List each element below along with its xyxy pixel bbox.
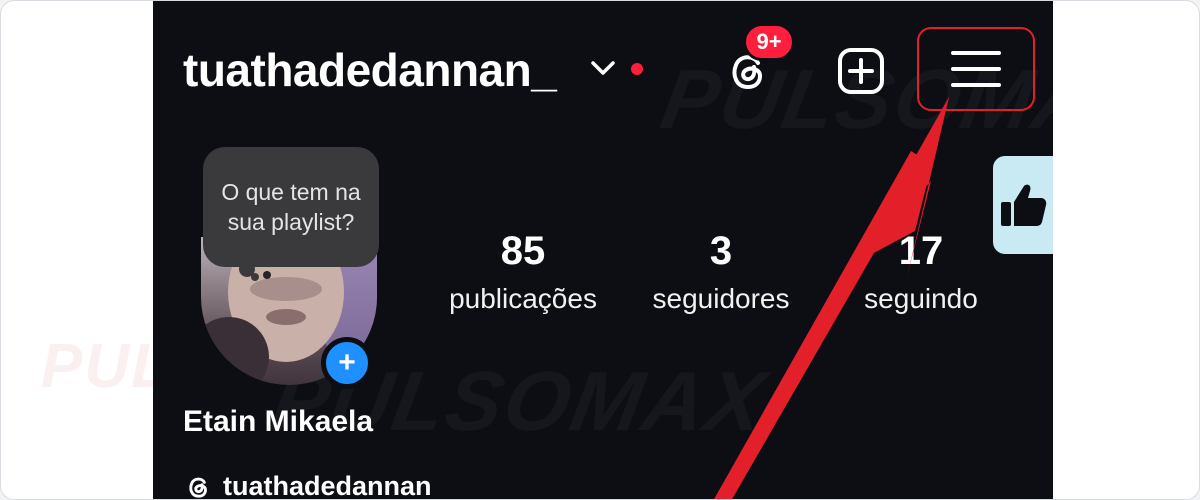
- like-tile: [993, 156, 1053, 254]
- unread-indicator-dot: [631, 63, 643, 75]
- threads-handle: tuathadedannan: [223, 471, 432, 500]
- stat-following-label: seguindo: [864, 283, 978, 314]
- notification-badge: 9+: [743, 23, 795, 61]
- plus-square-icon: [838, 48, 884, 94]
- stat-following-value: 17: [898, 229, 944, 273]
- stat-posts-value: 85: [500, 229, 546, 273]
- hamburger-menu-icon: [951, 51, 1001, 87]
- stat-posts[interactable]: 85 publicações: [419, 227, 627, 319]
- add-story-button[interactable]: +: [321, 337, 373, 389]
- thumbs-up-icon: [1001, 184, 1047, 226]
- stat-followers[interactable]: 3 seguidores: [631, 227, 811, 319]
- menu-button[interactable]: [917, 27, 1035, 111]
- screenshot-frame: PULSOMAX PULSOMAX PULSOMAX tuathadedanna…: [0, 0, 1200, 500]
- note-tail-dot-small: [251, 273, 259, 281]
- note-text: O que tem na sua playlist?: [221, 179, 361, 235]
- stat-followers-value: 3: [709, 229, 733, 273]
- new-post-button[interactable]: [835, 45, 887, 97]
- stat-posts-label: publicações: [449, 283, 597, 314]
- note-bubble[interactable]: O que tem na sua playlist?: [203, 147, 379, 267]
- threads-profile-link[interactable]: tuathadedannan: [183, 471, 432, 500]
- profile-full-name: Etain Mikaela: [183, 405, 374, 438]
- stat-following[interactable]: 17 seguindo: [833, 227, 1009, 319]
- chevron-down-icon[interactable]: [589, 59, 617, 79]
- profile-username[interactable]: tuathadedannan_: [183, 43, 557, 97]
- instagram-profile-screen: PULSOMAX PULSOMAX tuathadedannan_ 9+: [153, 1, 1053, 500]
- stat-followers-label: seguidores: [652, 283, 790, 314]
- threads-small-icon: [189, 477, 207, 498]
